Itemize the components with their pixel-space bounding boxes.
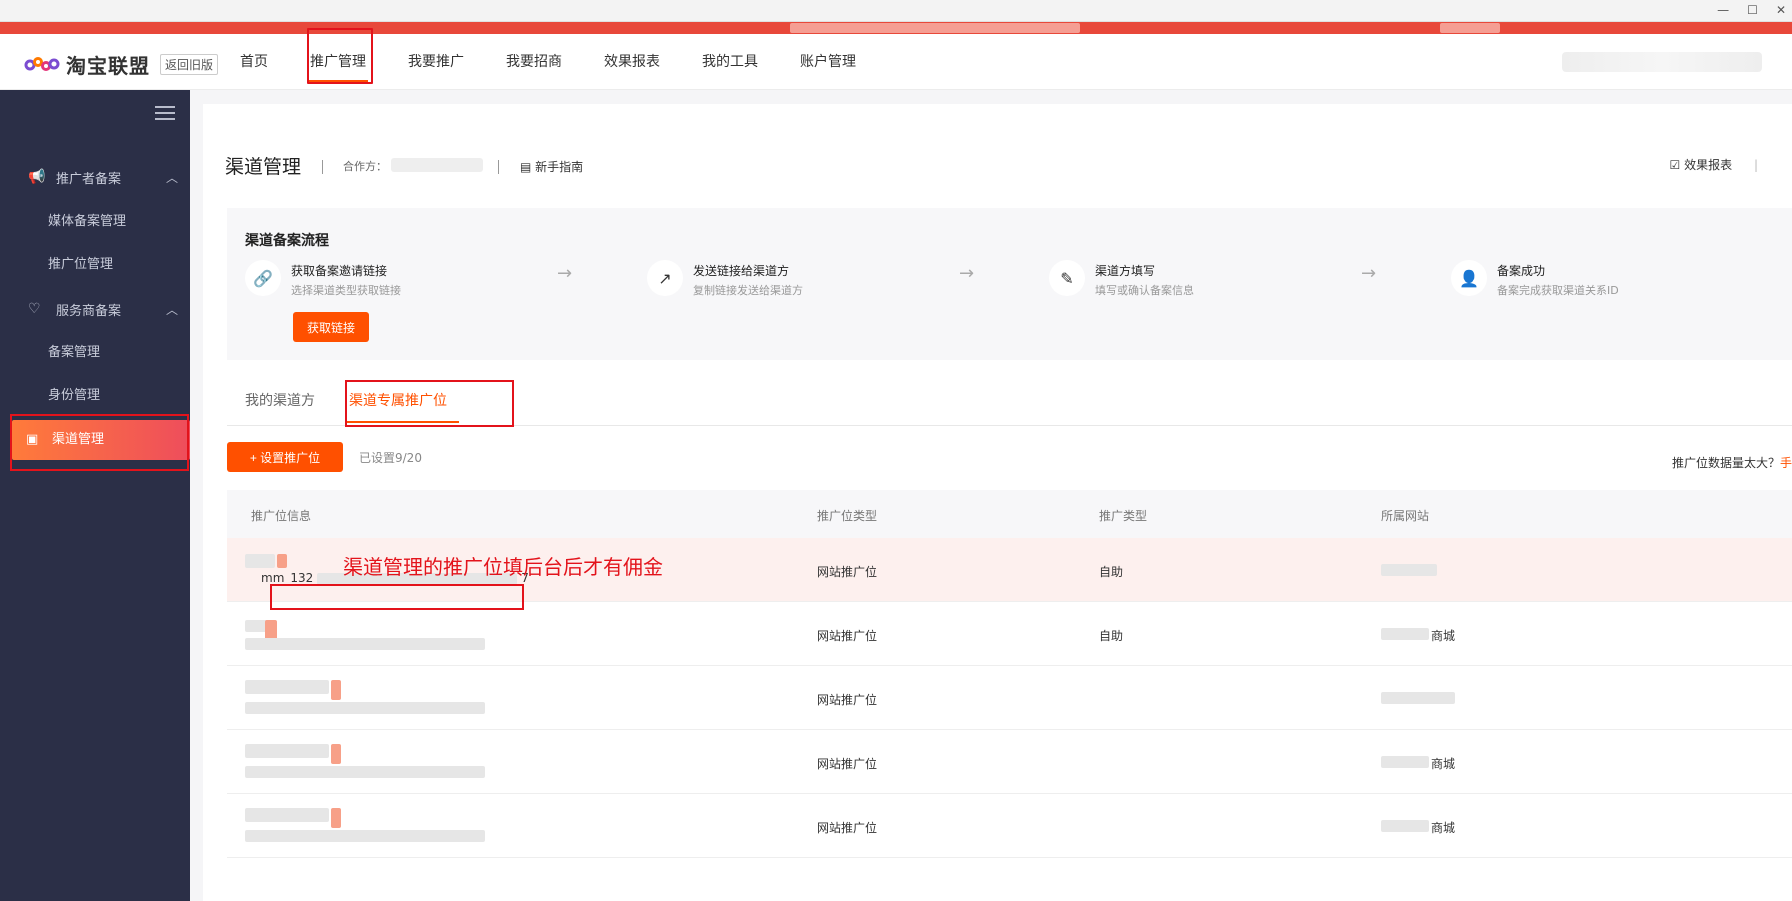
- nav-item-reports[interactable]: 效果报表: [586, 34, 678, 90]
- alliance-logo-icon: [24, 56, 60, 71]
- user-check-icon: 👤: [1451, 260, 1487, 296]
- megaphone-icon: 📢: [28, 169, 46, 185]
- nav-item-recruit[interactable]: 我要招商: [488, 34, 580, 90]
- highlight-box-tab: [345, 380, 514, 427]
- adzone-type: 网站推广位: [817, 757, 878, 771]
- adzone-type: 网站推广位: [817, 821, 878, 835]
- chevron-up-icon: ︿: [165, 170, 178, 185]
- tab-my-channels[interactable]: 我的渠道方: [245, 390, 315, 410]
- nav-item-account[interactable]: 账户管理: [782, 34, 874, 90]
- sidebar-group-promoter-filing[interactable]: 📢 推广者备案 ︿: [0, 155, 190, 199]
- menu-toggle-icon[interactable]: [155, 106, 175, 120]
- user-info-blurred[interactable]: [1562, 52, 1762, 72]
- adzone-type: 网站推广位: [817, 565, 878, 579]
- top-navbar: 淘宝联盟 返回旧版 首页 推广管理 我要推广 我要招商 效果报表 我的工具 账户…: [0, 34, 1792, 90]
- arrow-right-icon: →: [557, 263, 573, 284]
- return-old-version-link[interactable]: 返回旧版: [160, 54, 219, 75]
- data-tip-link[interactable]: 手: [1780, 456, 1792, 470]
- filing-flow-panel: 渠道备案流程 🔗 获取备案邀请链接 选择渠道类型获取链接 → ↗ 发送链接给渠道…: [227, 208, 1792, 360]
- thumbnail-blurred: [277, 554, 287, 568]
- logo[interactable]: 淘宝联盟 返回旧版: [24, 50, 219, 79]
- edit-form-icon: ✎: [1049, 260, 1085, 296]
- title-divider: [498, 160, 499, 174]
- annotation-text: 渠道管理的推广位填后台后才有佣金: [343, 555, 663, 579]
- highlight-box-adzone-id: [270, 584, 524, 610]
- table-row[interactable]: 网站推广位 自助 商城: [227, 602, 1792, 666]
- report-icon: ☑: [1669, 158, 1685, 172]
- beginner-guide-link[interactable]: ▤ 新手指南: [520, 158, 583, 175]
- data-volume-tip: 推广位数据量太大？手: [1671, 456, 1792, 470]
- table-header: 推广位信息 推广位类型 推广类型 所属网站: [227, 490, 1792, 538]
- site-name: 商城: [1431, 629, 1456, 643]
- nav-item-promote[interactable]: 我要推广: [390, 34, 482, 90]
- link-icon: 🔗: [245, 260, 281, 296]
- notice-right-blur: [1440, 23, 1500, 33]
- window-titlebar: — ☐ ✕: [0, 0, 1792, 22]
- adzone-count: 已设置9/20: [359, 451, 422, 465]
- column-header-info: 推广位信息: [251, 509, 312, 523]
- sidebar-item-identity[interactable]: 身份管理: [0, 376, 190, 416]
- partner-label: 合作方：: [343, 160, 387, 173]
- nav-item-home[interactable]: 首页: [222, 34, 286, 90]
- sidebar: 📢 推广者备案 ︿ 媒体备案管理 推广位管理 ♡ 服务商备案 ︿ 备案管理 身份…: [0, 90, 190, 901]
- site-blurred: [1381, 564, 1437, 576]
- arrow-right-icon: →: [1361, 263, 1377, 284]
- adzone-type: 网站推广位: [817, 693, 878, 707]
- notice-banner[interactable]: [0, 22, 1792, 34]
- site-name: 商城: [1431, 757, 1456, 771]
- effect-report-link[interactable]: ☑ 效果报表: [1670, 156, 1758, 173]
- thumbnail-blurred: [245, 554, 275, 568]
- highlight-box-sidebar: [10, 414, 189, 471]
- share-icon: ↗: [647, 260, 683, 296]
- handshake-icon: ♡: [28, 301, 41, 317]
- promo-type: 自助: [1099, 565, 1124, 579]
- main-content: 渠道管理 合作方： ▤ 新手指南 ☑ 效果报表 渠道备案流程 🔗 获取备案邀请链…: [203, 104, 1792, 901]
- close-icon[interactable]: ✕: [1776, 3, 1786, 17]
- column-header-promo-type: 推广类型: [1099, 509, 1148, 523]
- adzone-table: 推广位信息 推广位类型 推广类型 所属网站 mm_132 7 网站推广位 自助 网…: [227, 490, 1792, 858]
- nav-item-tools[interactable]: 我的工具: [684, 34, 776, 90]
- sidebar-item-filing-management[interactable]: 备案管理: [0, 333, 190, 373]
- arrow-right-icon: →: [959, 263, 975, 284]
- title-divider: [322, 160, 323, 174]
- window-controls: — ☐ ✕: [1717, 0, 1786, 20]
- adzone-type: 网站推广位: [817, 629, 878, 643]
- notice-text-blur: [790, 23, 1080, 33]
- site-name: 商城: [1431, 821, 1456, 835]
- flow-title: 渠道备案流程: [245, 233, 329, 249]
- maximize-icon[interactable]: ☐: [1747, 3, 1758, 17]
- book-icon: ▤: [520, 160, 536, 174]
- table-row[interactable]: 网站推广位 商城: [227, 730, 1792, 794]
- table-row[interactable]: 网站推广位: [227, 666, 1792, 730]
- page-title: 渠道管理: [225, 156, 302, 178]
- table-row[interactable]: 网站推广位 商城: [227, 794, 1792, 858]
- sidebar-item-media-filing[interactable]: 媒体备案管理: [0, 202, 190, 242]
- highlight-box-nav: [307, 28, 373, 84]
- chevron-up-icon: ︿: [165, 302, 178, 317]
- sidebar-item-adzone[interactable]: 推广位管理: [0, 245, 190, 285]
- promo-type: 自助: [1099, 629, 1124, 643]
- minimize-icon[interactable]: —: [1717, 3, 1729, 17]
- column-header-site: 所属网站: [1381, 509, 1430, 523]
- sidebar-group-provider-filing[interactable]: ♡ 服务商备案 ︿: [0, 287, 190, 331]
- set-adzone-button[interactable]: + 设置推广位: [227, 442, 343, 472]
- column-header-type: 推广位类型: [817, 509, 878, 523]
- brand-name: 淘宝联盟: [66, 54, 150, 78]
- partner-value-blurred: [391, 158, 483, 172]
- get-link-button[interactable]: 获取链接: [293, 312, 369, 342]
